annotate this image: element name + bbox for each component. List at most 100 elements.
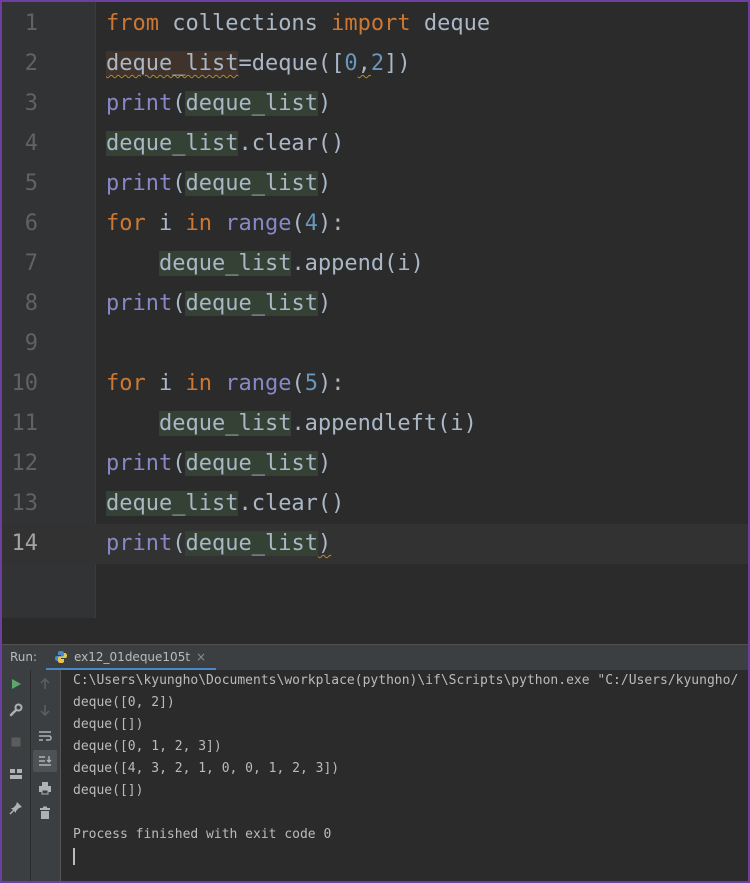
code-token: deque([ (251, 51, 345, 76)
code-line[interactable]: 10 for i in range(5): (2, 364, 748, 404)
code-token: import (331, 11, 411, 36)
code-token: deque_list (106, 51, 239, 76)
code-token: print (106, 451, 173, 476)
code-line[interactable]: 1 from collections import deque (2, 4, 748, 44)
code-line[interactable]: 5 print(deque_list) (2, 164, 748, 204)
code-line[interactable]: 11 deque_list.appendleft(i) (2, 404, 748, 444)
code-token: range (225, 211, 292, 236)
console-line: deque([0, 1, 2, 3]) (73, 739, 222, 754)
run-tab[interactable]: ex12_01deque105t × (46, 645, 217, 671)
code-line[interactable]: 12 print(deque_list) (2, 444, 748, 484)
code-text: for i in range(4): (106, 204, 344, 244)
console-line: deque([]) (73, 783, 144, 798)
code-line[interactable]: 8 print(deque_list) (2, 284, 748, 324)
code-token: ( (172, 531, 186, 556)
line-number: 1 (24, 11, 38, 36)
code-line[interactable]: 6 for i in range(4): (2, 204, 748, 244)
code-token: print (106, 531, 173, 556)
run-toolbar-right (31, 670, 61, 881)
line-number: 5 (24, 171, 38, 196)
code-token: ): (317, 371, 345, 396)
code-token: i (145, 371, 186, 396)
pin-icon[interactable] (6, 798, 26, 818)
code-token: ( (291, 211, 305, 236)
code-token: ) (317, 91, 332, 116)
code-token: deque_list (106, 131, 239, 156)
code-text: deque_list.clear() (106, 124, 344, 164)
console-line: deque([]) (73, 717, 144, 732)
code-text: print(deque_list) (106, 84, 331, 124)
code-line[interactable]: 13 deque_list.clear() (2, 484, 748, 524)
code-line[interactable]: 7 deque_list.append(i) (2, 244, 748, 284)
code-text: print(deque_list) (106, 164, 331, 204)
code-line[interactable]: 9 (2, 324, 748, 364)
code-token: for (106, 371, 146, 396)
code-editor[interactable]: 1 from collections import deque 2 deque_lis… (2, 2, 748, 642)
code-token: 5 (304, 371, 318, 396)
code-text: print(deque_list) (106, 444, 331, 484)
code-token: range (225, 371, 292, 396)
console-line: deque([0, 2]) (73, 695, 175, 710)
console-line: deque([4, 3, 2, 1, 0, 0, 1, 2, 3]) (73, 761, 340, 776)
line-number: 11 (11, 411, 39, 436)
code-token: i (145, 211, 186, 236)
stop-icon[interactable] (6, 732, 26, 752)
code-token: ( (291, 371, 305, 396)
line-number: 12 (11, 451, 39, 476)
code-token: 0 (344, 51, 358, 76)
trash-icon[interactable] (35, 803, 55, 823)
code-token: ( (172, 451, 186, 476)
layout-icon[interactable] (6, 764, 26, 784)
code-token: deque_list (185, 531, 318, 556)
code-line[interactable]: 2 deque_list=deque([0,2]) (2, 44, 748, 84)
code-text: print(deque_list) (106, 284, 331, 324)
code-line[interactable]: 14 print(deque_list) (2, 524, 748, 564)
code-text: for i in range(5): (106, 364, 344, 404)
code-token: print (106, 171, 173, 196)
run-icon[interactable] (6, 674, 26, 694)
code-token: .clear() (238, 131, 345, 156)
line-number: 2 (24, 51, 38, 76)
code-token: 4 (304, 211, 318, 236)
code-token: deque_list (185, 291, 318, 316)
arrow-up-icon[interactable] (35, 674, 55, 694)
code-token: ) (317, 291, 332, 316)
run-toolbar-left (2, 670, 31, 881)
code-token: print (106, 291, 173, 316)
print-icon[interactable] (35, 778, 55, 798)
code-token: print (106, 91, 173, 116)
close-icon[interactable]: × (196, 650, 206, 664)
code-token: ) (317, 531, 332, 556)
line-number: 13 (11, 491, 39, 516)
line-number: 3 (24, 91, 38, 116)
code-token: .clear() (238, 491, 345, 516)
code-token: for (106, 211, 146, 236)
line-number: 4 (24, 131, 38, 156)
soft-wrap-icon[interactable] (35, 726, 55, 746)
code-line[interactable]: 3 print(deque_list) (2, 84, 748, 124)
editor-bottom-area (2, 618, 748, 642)
scroll-to-end-icon[interactable] (33, 750, 57, 772)
code-text: from collections import deque (106, 4, 490, 44)
run-tab-label: ex12_01deque105t (74, 649, 191, 664)
console-output[interactable]: C:\Users\kyungho\Documents\workplace(pyt… (61, 670, 748, 881)
arrow-down-icon[interactable] (35, 700, 55, 720)
code-text: deque_list.append(i) (106, 244, 424, 284)
code-token: = (238, 51, 252, 76)
code-token: ]) (384, 51, 411, 76)
code-line[interactable]: 4 deque_list.clear() (2, 124, 748, 164)
line-number: 8 (24, 291, 38, 316)
code-token: deque_list (185, 171, 318, 196)
code-token: deque_list (185, 451, 318, 476)
code-token: deque_list (158, 251, 292, 276)
wrench-icon[interactable] (6, 700, 26, 720)
code-token: .appendleft(i) (291, 411, 477, 436)
line-number: 9 (24, 331, 38, 356)
code-text: deque_list.clear() (106, 484, 344, 524)
code-token: in (185, 211, 213, 236)
code-token: from (106, 11, 159, 36)
code-text: deque_list.appendleft(i) (106, 404, 477, 444)
